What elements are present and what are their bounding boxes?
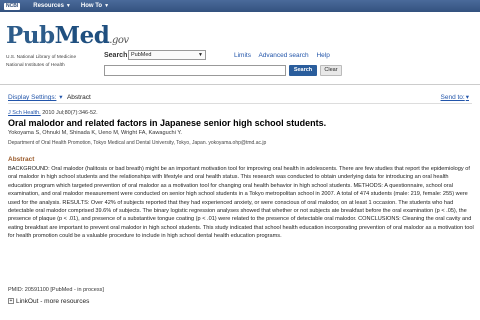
database-select[interactable]: PubMed ▼ bbox=[128, 50, 206, 60]
ncbi-top-bar: NCBI Resources ▼ How To ▼ bbox=[0, 0, 480, 12]
resources-label: Resources bbox=[33, 3, 64, 9]
linkout-label: LinkOut - more resources bbox=[16, 298, 90, 305]
article-title: Oral malodor and related factors in Japa… bbox=[8, 118, 327, 128]
limits-link[interactable]: Limits bbox=[234, 52, 251, 59]
chevron-down-icon: ▾ bbox=[465, 94, 469, 101]
howto-label: How To bbox=[80, 3, 103, 9]
send-to-label: Send to: bbox=[440, 94, 465, 101]
pubmed-header: PubMed.gov U.S. National Library of Medi… bbox=[0, 12, 480, 84]
ncbi-home-link[interactable]: NCBI bbox=[4, 2, 23, 10]
citation: J Sch Health. 2010 Jul;80(7):346-52. bbox=[8, 110, 98, 116]
advanced-search-link[interactable]: Advanced search bbox=[258, 52, 308, 59]
expand-plus-icon[interactable]: + bbox=[8, 298, 14, 305]
journal-link[interactable]: J Sch Health. bbox=[8, 110, 41, 116]
display-settings-link[interactable]: Display Settings: bbox=[8, 94, 56, 101]
resources-menu[interactable]: Resources ▼ bbox=[33, 3, 71, 9]
display-settings-bar: Display Settings: ▾ Abstract Send to:▾ bbox=[8, 93, 472, 101]
affiliation: Department of Oral Health Promotion, Tok… bbox=[8, 140, 267, 146]
howto-menu[interactable]: How To ▼ bbox=[81, 3, 109, 9]
ncbi-logo: NCBI bbox=[4, 2, 21, 10]
author-list: Yokoyama S, Ohnuki M, Shinada K, Ueno M,… bbox=[8, 130, 182, 136]
linkout-section[interactable]: + LinkOut - more resources bbox=[8, 298, 89, 305]
chevron-down-icon: ▼ bbox=[198, 52, 203, 58]
help-link[interactable]: Help bbox=[316, 52, 329, 59]
pubmed-logo-text: PubMed.gov bbox=[6, 22, 129, 49]
abstract-heading: Abstract bbox=[8, 156, 35, 163]
send-to-menu[interactable]: Send to:▾ bbox=[441, 93, 472, 101]
search-label: Search: bbox=[104, 52, 130, 59]
database-select-value: PubMed bbox=[131, 52, 152, 58]
chevron-down-icon: ▼ bbox=[104, 3, 110, 9]
search-button[interactable]: Search bbox=[289, 65, 317, 76]
pubmed-logo[interactable]: PubMed.gov U.S. National Library of Medi… bbox=[6, 24, 129, 69]
citation-details: 2010 Jul;80(7):346-52. bbox=[42, 110, 98, 116]
chevron-down-icon[interactable]: ▾ bbox=[59, 94, 62, 101]
search-links: Limits Advanced search Help bbox=[234, 52, 336, 59]
display-format: Abstract bbox=[66, 94, 91, 101]
abstract-text: BACKGROUND: Oral malodor (halitosis or b… bbox=[8, 166, 474, 240]
chevron-down-icon: ▼ bbox=[65, 3, 71, 9]
clear-button[interactable]: Clear bbox=[320, 65, 342, 76]
display-divider bbox=[8, 103, 472, 104]
search-input[interactable] bbox=[104, 65, 286, 76]
pmid: PMID: 20591100 [PubMed - in process] bbox=[8, 287, 104, 293]
header-divider bbox=[0, 84, 480, 85]
